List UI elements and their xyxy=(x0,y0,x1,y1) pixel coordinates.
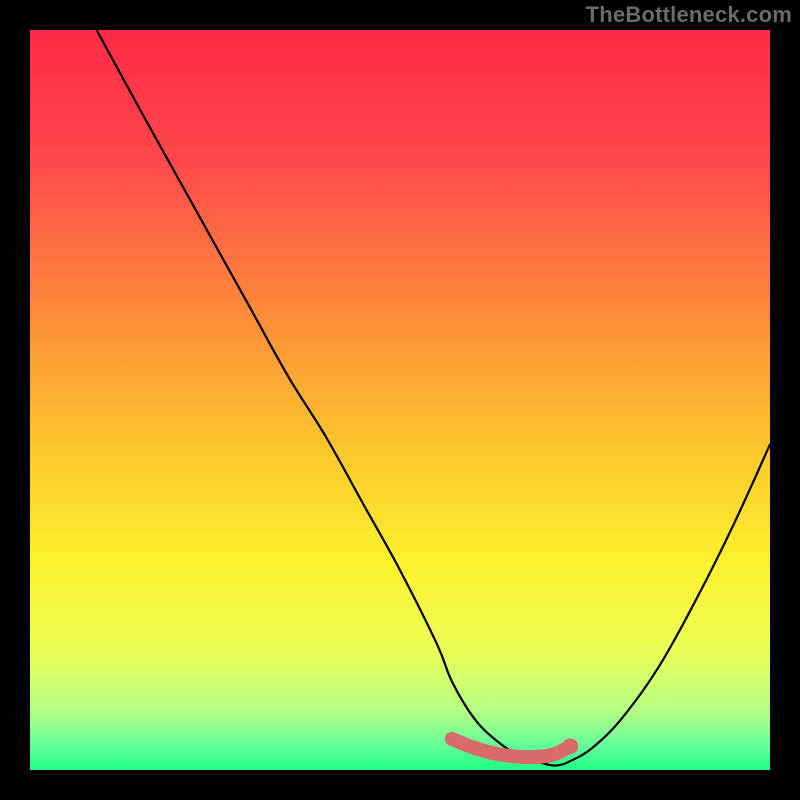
bottleneck-chart xyxy=(0,0,800,800)
plot-background xyxy=(30,30,770,770)
sweet-spot-end-dot xyxy=(562,738,578,754)
chart-container: TheBottleneck.com xyxy=(0,0,800,800)
watermark-text: TheBottleneck.com xyxy=(586,2,792,28)
